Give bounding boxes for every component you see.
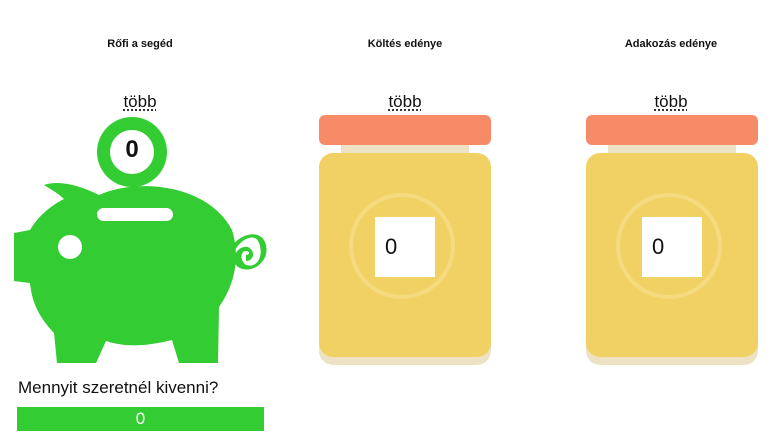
spend-more-link[interactable]: több — [355, 92, 455, 112]
spend-jar — [319, 153, 491, 357]
piggy-coin-value: 0 — [125, 136, 139, 163]
donate-title: Adakozás edénye — [624, 38, 718, 50]
piggy-bank-icon — [14, 175, 268, 367]
spend-amount-input[interactable] — [375, 217, 435, 277]
donate-jar-lid — [586, 115, 758, 145]
piggy-title: Rőfi a segéd — [107, 38, 173, 50]
donate-amount-input[interactable] — [642, 217, 702, 277]
donate-more-link[interactable]: több — [621, 92, 721, 112]
withdraw-amount-input[interactable] — [17, 407, 264, 431]
piggy-more-link[interactable]: több — [90, 92, 190, 112]
donate-jar — [586, 153, 758, 357]
spend-jar-lid — [319, 115, 491, 145]
spend-title: Költés edénye — [367, 38, 443, 50]
withdraw-prompt: Mennyit szeretnél kivenni? — [18, 378, 219, 397]
